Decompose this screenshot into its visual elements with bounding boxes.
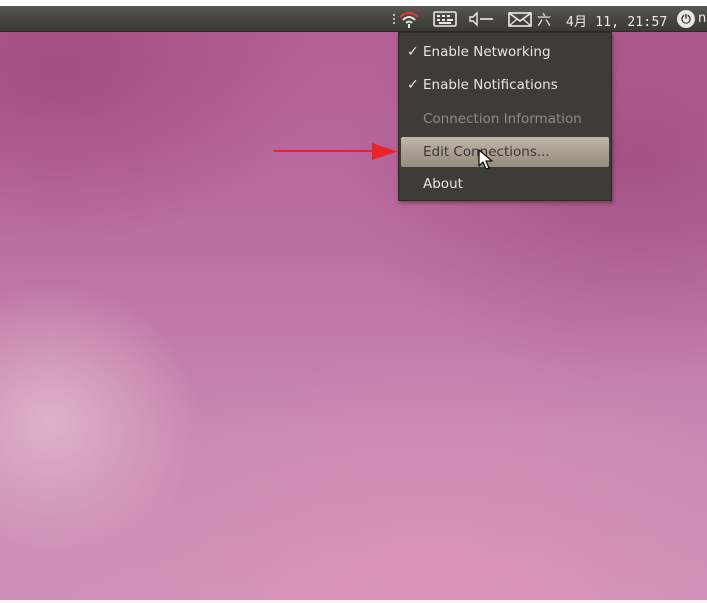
screen: 六 4月 11, 21:57 ⏻ n ✓ Enable Networking ✓… <box>0 0 707 603</box>
keyboard-icon[interactable] <box>431 6 459 31</box>
session-icon[interactable]: ⏻ <box>677 10 695 28</box>
weekday-label[interactable]: 六 <box>537 10 551 30</box>
network-wifi-icon[interactable] <box>389 6 427 31</box>
menu-item-about[interactable]: About <box>401 169 609 199</box>
menu-item-label: Connection Information <box>423 111 582 127</box>
clock[interactable]: 4月 11, 21:57 <box>566 11 668 30</box>
menu-item-edit-connections[interactable]: Edit Connections... <box>401 137 609 167</box>
menu-item-label: Enable Networking <box>423 44 551 60</box>
menu-item-enable-notifications[interactable]: ✓ Enable Notifications <box>401 70 609 100</box>
check-icon: ✓ <box>407 44 419 60</box>
red-arrow-annotation <box>272 140 400 168</box>
check-icon: ✓ <box>407 77 419 93</box>
network-manager-menu: ✓ Enable Networking ✓ Enable Notificatio… <box>398 32 612 201</box>
mail-icon[interactable] <box>507 6 533 31</box>
menu-item-label: About <box>423 176 463 192</box>
user-name[interactable]: n <box>698 11 706 26</box>
volume-icon[interactable] <box>466 6 496 31</box>
menu-item-enable-networking[interactable]: ✓ Enable Networking <box>401 37 609 67</box>
mouse-cursor-icon <box>478 149 494 175</box>
menu-item-label: Enable Notifications <box>423 77 558 93</box>
menu-item-connection-information: Connection Information <box>401 104 609 134</box>
top-panel-bar: 六 4月 11, 21:57 ⏻ n <box>0 6 707 32</box>
top-panel: 六 4月 11, 21:57 ⏻ n <box>0 0 707 32</box>
